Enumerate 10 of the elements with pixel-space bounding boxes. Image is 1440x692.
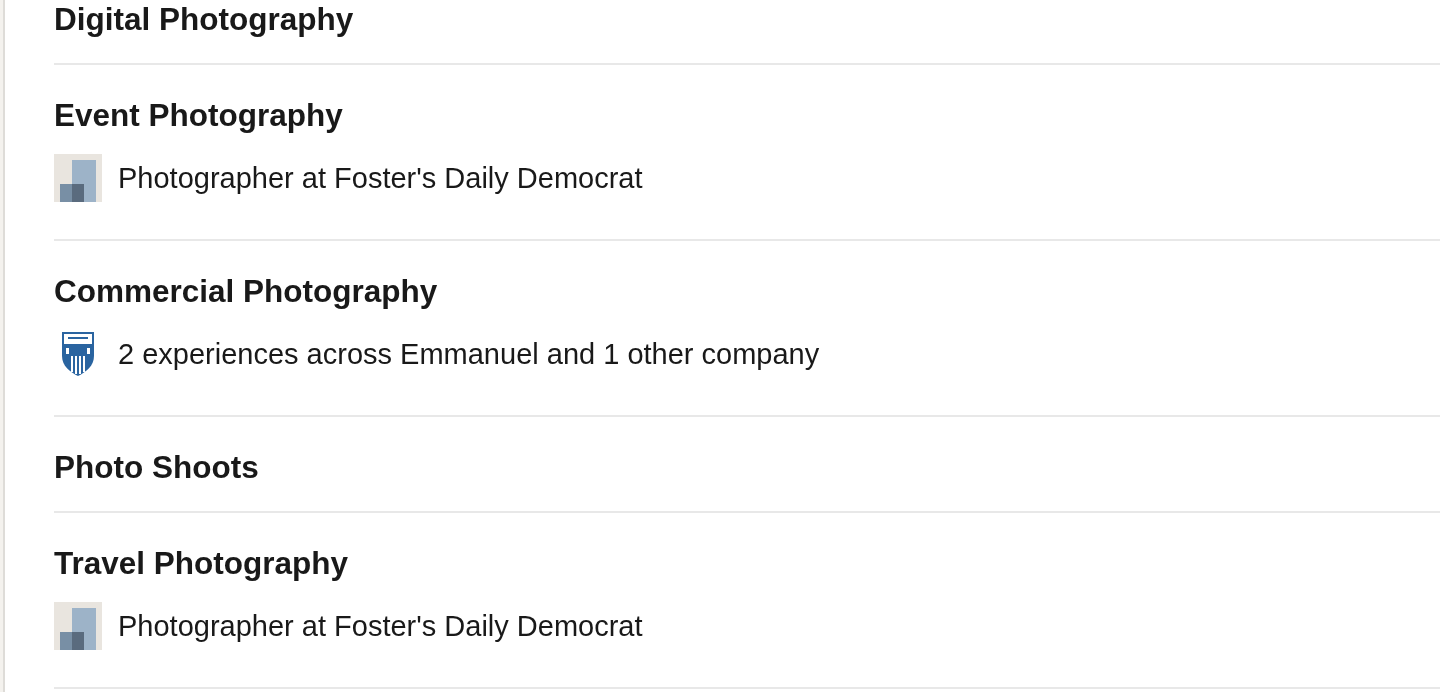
skill-title[interactable]: Photo Shoots: [54, 447, 259, 487]
skill-title[interactable]: Travel Photography: [54, 543, 349, 583]
skill-experience-text: Photographer at Foster's Daily Democrat: [118, 609, 643, 644]
skill-title[interactable]: Event Photography: [54, 95, 343, 135]
skill-title[interactable]: Commercial Photography: [54, 271, 438, 311]
company-logo-icon: [54, 154, 102, 202]
skill-experience-text: Photographer at Foster's Daily Democrat: [118, 161, 643, 196]
skill-title[interactable]: Digital Photography: [54, 0, 354, 39]
skill-experience-text: 2 experiences across Emmanuel and 1 other company: [118, 337, 820, 372]
company-logo-icon: [54, 602, 102, 650]
